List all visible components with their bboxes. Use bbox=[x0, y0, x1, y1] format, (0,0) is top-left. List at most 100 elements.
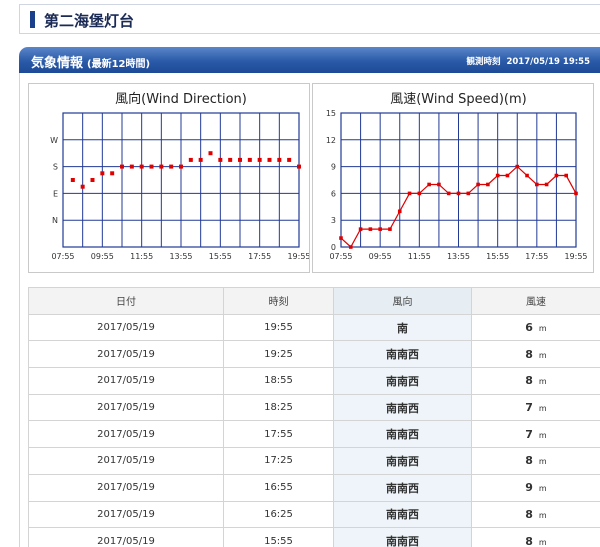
speed-value: 8 bbox=[525, 374, 533, 388]
data-point bbox=[277, 157, 282, 162]
cell-speed: 8m bbox=[471, 500, 600, 529]
table-header-row: 日付 時刻 風向 風速 bbox=[28, 287, 600, 315]
cell-speed: 6m bbox=[471, 313, 600, 342]
speed-unit: m bbox=[538, 510, 547, 520]
speed-value: 7 bbox=[525, 427, 533, 441]
data-point bbox=[238, 157, 242, 162]
cell-speed: 8m bbox=[471, 340, 600, 369]
data-point bbox=[407, 191, 412, 196]
data-point bbox=[139, 164, 144, 169]
speed-unit: m bbox=[538, 324, 547, 334]
data-point bbox=[110, 171, 115, 176]
wind-speed-chart-panel: 風速(Wind Speed)(m) 15 12 9 6 3 0 07:55 09:55 11:55… bbox=[312, 83, 594, 273]
cell-speed: 8m bbox=[471, 447, 600, 475]
page-title: 第二海堡灯台 bbox=[44, 12, 135, 30]
cell-time: 19:25 bbox=[223, 340, 334, 369]
cell-direction: 南南西 bbox=[333, 420, 472, 449]
data-point bbox=[120, 164, 124, 169]
data-point bbox=[476, 182, 480, 187]
x-tick-label: 11:55 bbox=[408, 252, 431, 261]
data-point bbox=[149, 164, 154, 169]
table-row: 2017/05/19 18:25 南南西 7 m bbox=[28, 393, 600, 422]
header-speed: 風速 bbox=[471, 287, 600, 315]
speed-unit: m bbox=[538, 537, 547, 547]
cell-time: 16:55 bbox=[223, 473, 334, 502]
data-point bbox=[437, 182, 441, 187]
data-point bbox=[218, 157, 223, 162]
y-tick-label: 3 bbox=[331, 216, 336, 225]
data-point bbox=[456, 191, 461, 196]
wind-direction-chart-panel: 風向(Wind Direction) W S E N 07:55 09:55 11:55 13:… bbox=[28, 83, 310, 273]
cell-time: 15:55 bbox=[223, 527, 334, 547]
header-date: 日付 bbox=[28, 287, 224, 315]
section-title-text: 気象情報 bbox=[31, 56, 84, 71]
cell-direction: 南南西 bbox=[333, 527, 472, 547]
data-point bbox=[554, 173, 559, 178]
table-row: 2017/05/19 17:55 南南西 7 m bbox=[28, 420, 600, 449]
data-point bbox=[505, 173, 510, 178]
cell-direction: 南南西 bbox=[333, 473, 472, 502]
speed-value: 9 bbox=[525, 481, 533, 495]
cell-speed: 7m bbox=[471, 393, 600, 422]
data-point bbox=[297, 164, 301, 169]
cell-direction: 南南西 bbox=[333, 340, 472, 369]
cell-time: 16:25 bbox=[223, 500, 334, 529]
data-point bbox=[159, 164, 164, 169]
data-point bbox=[388, 227, 392, 231]
speed-unit: m bbox=[538, 430, 547, 440]
y-tick-label: 0 bbox=[331, 243, 336, 252]
speed-unit: m bbox=[538, 377, 547, 387]
x-tick-label: 11:55 bbox=[130, 252, 153, 261]
cell-speed: 8m bbox=[471, 527, 600, 547]
cell-date: 2017/05/19 bbox=[28, 447, 224, 475]
data-point bbox=[515, 164, 520, 169]
data-point bbox=[100, 171, 105, 176]
cell-date: 2017/05/19 bbox=[28, 340, 224, 369]
table-row: 2017/05/19 16:55 南南西 9 m bbox=[28, 473, 600, 502]
header-time: 時刻 bbox=[223, 287, 334, 315]
x-tick-label: 15:55 bbox=[209, 252, 232, 261]
table-body: 2017/05/19 19:55 南 6 m 2017/05/19 19:25 南南西 8 m 20… bbox=[28, 313, 600, 547]
section-subtitle: (最新12時間) bbox=[87, 59, 151, 70]
cell-time: 18:25 bbox=[223, 393, 334, 422]
cell-direction: 南南西 bbox=[333, 447, 472, 475]
x-tick-label: 09:55 bbox=[91, 252, 114, 261]
table-row: 2017/05/19 17:25 南南西 8 m bbox=[28, 447, 600, 475]
table-row: 2017/05/19 19:25 南南西 8 m bbox=[28, 340, 600, 369]
cell-date: 2017/05/19 bbox=[28, 367, 224, 395]
cell-time: 18:55 bbox=[223, 367, 334, 395]
x-tick-label: 07:55 bbox=[51, 252, 74, 261]
data-point bbox=[257, 157, 262, 162]
data-point bbox=[179, 164, 183, 169]
data-point bbox=[129, 164, 134, 169]
data-point bbox=[397, 209, 402, 214]
x-tick-label: 17:55 bbox=[525, 252, 548, 261]
data-point bbox=[247, 157, 252, 162]
data-point bbox=[378, 227, 382, 231]
cell-date: 2017/05/19 bbox=[28, 420, 224, 449]
data-point bbox=[339, 236, 343, 240]
header-direction: 風向 bbox=[333, 287, 472, 315]
x-tick-label: 13:55 bbox=[447, 252, 470, 261]
table-row: 2017/05/19 18:55 南南西 8 m bbox=[28, 367, 600, 395]
cell-speed: 7m bbox=[471, 420, 600, 449]
observation-table: 日付 時刻 風向 風速 2017/05/19 19:55 南 6 m 2017/05/19… bbox=[28, 287, 600, 547]
cell-date: 2017/05/19 bbox=[28, 527, 224, 547]
y-tick-label: N bbox=[52, 216, 58, 225]
data-point bbox=[446, 191, 451, 196]
x-tick-label: 13:55 bbox=[169, 252, 192, 261]
cell-speed: 8m bbox=[471, 367, 600, 395]
cell-date: 2017/05/19 bbox=[28, 500, 224, 529]
x-tick-label: 19:55 bbox=[564, 252, 587, 261]
y-tick-label: 12 bbox=[326, 136, 336, 145]
data-point bbox=[358, 227, 363, 231]
chart-title: 風速(Wind Speed)(m) bbox=[390, 92, 527, 107]
x-tick-label: 15:55 bbox=[486, 252, 509, 261]
speed-value: 8 bbox=[525, 507, 533, 521]
speed-value: 8 bbox=[525, 454, 533, 468]
data-point bbox=[198, 157, 203, 162]
data-point bbox=[228, 157, 233, 162]
cell-time: 17:25 bbox=[223, 447, 334, 475]
speed-unit: m bbox=[538, 404, 547, 414]
cell-direction: 南南西 bbox=[333, 500, 472, 529]
